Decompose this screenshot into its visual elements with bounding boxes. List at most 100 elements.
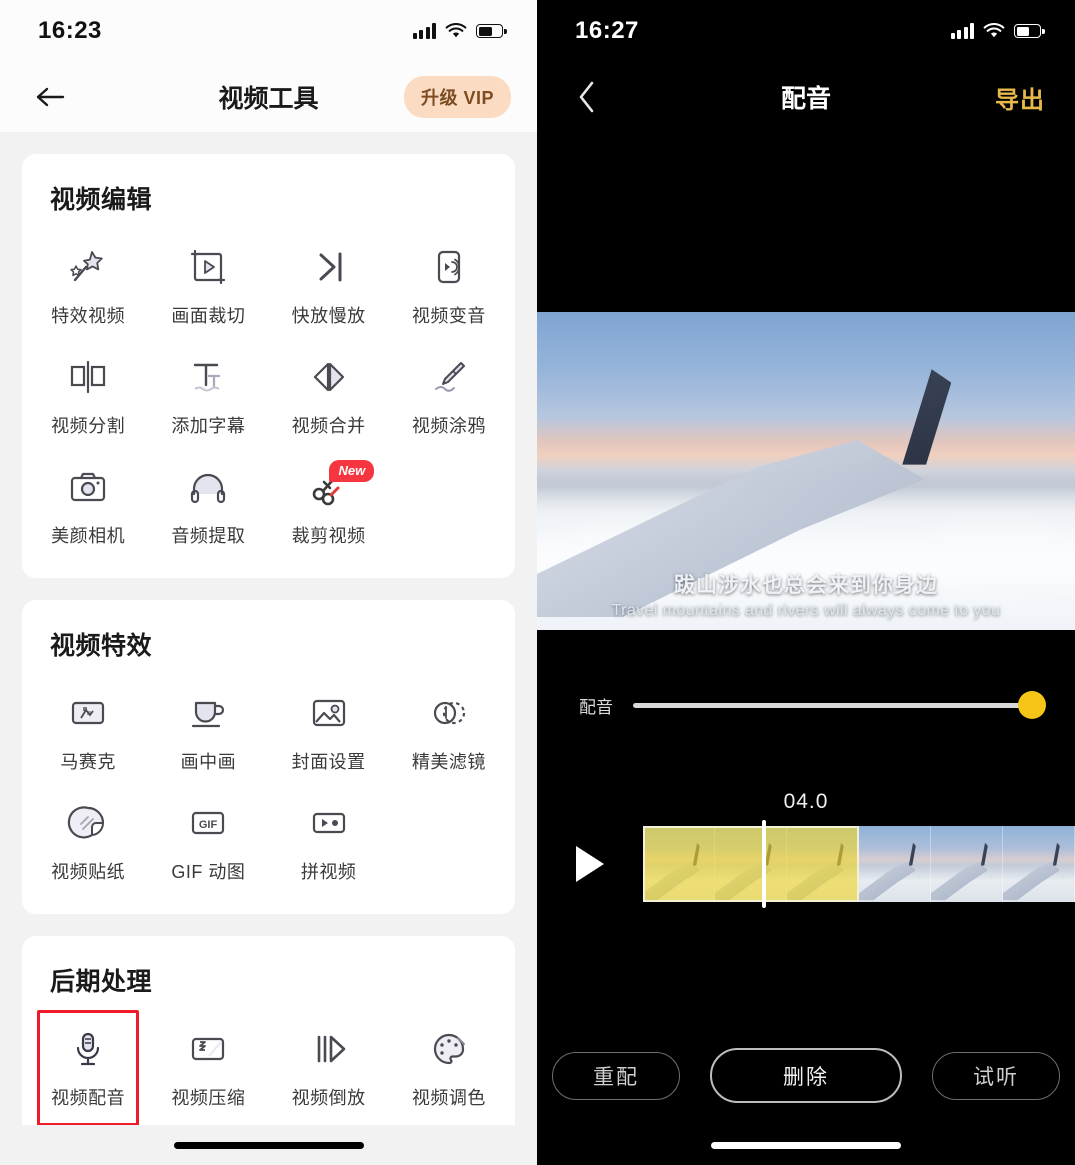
tool-label: 音频提取 [171, 526, 246, 546]
tool-label: 视频调色 [411, 1088, 486, 1108]
section-video-effects: 视频特效 马赛克 画中画 封面设置 精美滤镜 视频贴纸 GIF GIF 动图 拼… [22, 600, 515, 914]
tool-grid: 视频配音 视频压缩 视频倒放 视频调色 [28, 1008, 509, 1125]
video-preview[interactable]: 跋山涉水也总会来到你身边 Travel mountains and rivers… [537, 312, 1075, 630]
tool-special-effects[interactable]: 特效视频 [28, 226, 148, 336]
status-icons [412, 23, 507, 39]
play-icon [576, 846, 604, 882]
tool-add-subtitle[interactable]: 添加字幕 [148, 336, 268, 446]
headphone-icon [187, 464, 229, 510]
slider-label: 配音 [579, 697, 613, 717]
tool-label: 快放慢放 [291, 306, 366, 326]
section-title: 视频特效 [50, 632, 153, 660]
slider-thumb[interactable] [1018, 691, 1046, 719]
tool-doodle[interactable]: 视频涂鸦 [389, 336, 509, 446]
section-title: 视频编辑 [50, 186, 153, 214]
speed-icon [308, 244, 350, 290]
filmstrip-frame [859, 826, 931, 902]
tool-label: 视频合并 [291, 416, 366, 436]
scissors-icon: New [308, 460, 375, 510]
section-video-edit: 视频编辑 特效视频 画面裁切 快放慢放 视频变音 视频分割 添加字幕 视频合并 … [22, 154, 515, 578]
preview-button[interactable]: 试听 [932, 1051, 1060, 1100]
tool-trim-video[interactable]: New 裁剪视频 [269, 446, 389, 556]
battery-icon [476, 24, 507, 38]
splice-video-icon [308, 800, 350, 846]
back-arrow-icon[interactable] [30, 77, 70, 117]
status-bar-left: 16:23 [0, 0, 537, 62]
tool-filter[interactable]: 精美滤镜 [389, 672, 509, 782]
left-phone-screen: 16:23 视频工具 升级 VIP 视频编辑 特效视频 画面裁切 快放慢放 视频… [0, 0, 537, 1165]
signal-bars-icon [950, 23, 974, 39]
tool-merge[interactable]: 视频合并 [269, 336, 389, 446]
tool-splice-video[interactable]: 拼视频 [269, 782, 389, 892]
video-top-letterbox [537, 132, 1075, 312]
tool-audio-extract[interactable]: 音频提取 [148, 446, 268, 556]
tool-speed[interactable]: 快放慢放 [269, 226, 389, 336]
signal-bars-icon [412, 23, 436, 39]
tool-cover-setting[interactable]: 封面设置 [269, 672, 389, 782]
camera-icon [67, 464, 109, 510]
tool-sticker[interactable]: 视频贴纸 [28, 782, 148, 892]
tool-label: 精美滤镜 [411, 752, 486, 772]
tool-label: 视频压缩 [171, 1088, 246, 1108]
tool-split[interactable]: 视频分割 [28, 336, 148, 446]
airplane-winglet [902, 369, 952, 465]
tool-compress[interactable]: 视频压缩 [148, 1008, 268, 1118]
filmstrip-frame [1003, 826, 1075, 902]
tool-crop-frame[interactable]: 画面裁切 [148, 226, 268, 336]
reverse-icon [308, 1026, 350, 1072]
tool-picture-in-picture[interactable]: 画中画 [148, 672, 268, 782]
tool-color-grading[interactable]: 视频调色 [389, 1008, 509, 1118]
tool-label: 美颜相机 [51, 526, 126, 546]
tool-gif[interactable]: GIF GIF 动图 [148, 782, 268, 892]
filmstrip[interactable] [643, 820, 1075, 908]
redub-button[interactable]: 重配 [552, 1051, 680, 1100]
svg-text:GIF: GIF [199, 819, 218, 831]
tool-beauty-camera[interactable]: 美颜相机 [28, 446, 148, 556]
tool-reverse[interactable]: 视频倒放 [269, 1008, 389, 1118]
magic-wand-icon [67, 244, 109, 290]
tool-label: 视频贴纸 [51, 862, 126, 882]
brush-icon [428, 354, 470, 400]
tool-empty-slot [389, 446, 509, 556]
tool-video-dubbing[interactable]: 视频配音 [28, 1008, 148, 1125]
subtitle-icon [187, 354, 229, 400]
upgrade-vip-button[interactable]: 升级 VIP [403, 76, 511, 118]
palette-icon [428, 1026, 470, 1072]
dub-volume-slider[interactable] [633, 691, 1046, 719]
filmstrip-frame [787, 826, 859, 902]
status-time: 16:27 [575, 17, 639, 44]
tool-mosaic[interactable]: 马赛克 [28, 672, 148, 782]
timeline-area: 04.0 重配 删除 试听 [537, 780, 1075, 1125]
split-icon [67, 354, 109, 400]
tool-label: 特效视频 [51, 306, 126, 326]
tool-empty-slot [389, 782, 509, 892]
battery-icon [1014, 24, 1045, 38]
delete-button[interactable]: 删除 [710, 1048, 902, 1103]
play-button[interactable] [537, 846, 643, 882]
tool-label: 拼视频 [300, 862, 357, 882]
cover-image-icon [308, 690, 350, 736]
action-button-row: 重配 删除 试听 [537, 1048, 1075, 1103]
tool-label: 视频配音 [51, 1088, 126, 1108]
crop-video-icon [187, 244, 229, 290]
tool-label: 裁剪视频 [291, 526, 366, 546]
subtitle-chinese: 跋山涉水也总会来到你身边 [674, 574, 938, 597]
status-icons [950, 23, 1045, 39]
timeline-row [537, 820, 1075, 908]
nav-bar-right: 配音 导出 [537, 62, 1075, 132]
microphone-icon [67, 1026, 109, 1072]
tool-voice-change[interactable]: 视频变音 [389, 226, 509, 336]
tool-label: 画面裁切 [171, 306, 246, 326]
wifi-icon [445, 23, 467, 39]
tool-grid: 马赛克 画中画 封面设置 精美滤镜 视频贴纸 GIF GIF 动图 拼视频 [28, 672, 509, 892]
home-indicator-left [0, 1125, 537, 1165]
back-chevron-icon[interactable] [567, 77, 607, 117]
section-title: 后期处理 [50, 968, 153, 996]
mosaic-icon [67, 690, 109, 736]
right-phone-screen: 16:27 配音 导出 跋山涉水也总会来到你身边 Travel mountain… [537, 0, 1075, 1165]
playhead-indicator[interactable] [761, 820, 766, 908]
subtitle-block: 跋山涉水也总会来到你身边 Travel mountains and rivers… [537, 569, 1075, 620]
compress-icon [187, 1026, 229, 1072]
export-button[interactable]: 导出 [995, 80, 1045, 115]
tools-scroll-area: 视频编辑 特效视频 画面裁切 快放慢放 视频变音 视频分割 添加字幕 视频合并 … [0, 132, 537, 1125]
